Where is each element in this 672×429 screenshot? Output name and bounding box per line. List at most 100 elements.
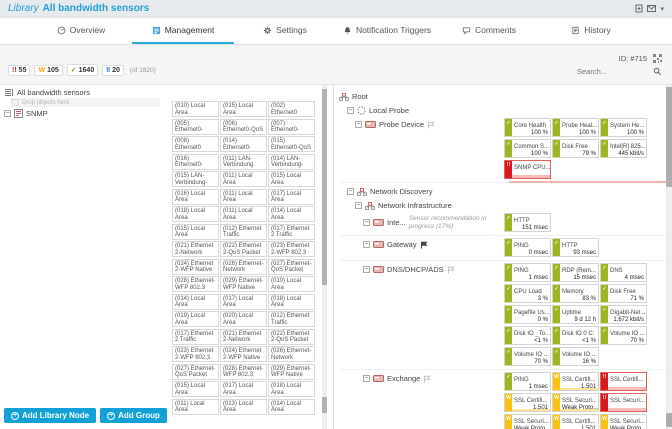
sensor-box[interactable]: ✓ System He... 100 % xyxy=(600,118,647,137)
sensor-cell[interactable]: (017) Local Area xyxy=(268,188,315,205)
flag-icon[interactable] xyxy=(420,241,428,249)
search-input[interactable] xyxy=(577,67,649,76)
report-icon[interactable] xyxy=(635,4,643,13)
sensor-box[interactable]: ✓ Volume IO ... 70 % xyxy=(504,347,551,366)
sensor-cell[interactable]: (017) Local Area xyxy=(220,381,267,397)
sensor-box[interactable]: ✓ CPU Load 3 % xyxy=(504,284,551,303)
collapse-icon[interactable]: − xyxy=(347,188,354,195)
collapse-icon[interactable]: − xyxy=(363,375,370,382)
sensor-cell[interactable]: (022) Ethernet 2-QoS Packet xyxy=(268,328,315,345)
sensor-cell[interactable]: (002) Ethernet0 Traffic xyxy=(268,101,315,117)
sensor-box[interactable]: ✓ HTTP 151 msec xyxy=(504,213,551,232)
tree-node-inte[interactable]: − Inte... Sensor recommendation in progres… xyxy=(339,213,512,230)
tab-notification-triggers[interactable]: Notification Triggers xyxy=(336,18,438,44)
sensor-cell[interactable]: (013) Local Area xyxy=(220,398,267,415)
sensor-cell[interactable]: (026) Ethernet-Network xyxy=(268,346,315,362)
sensor-box[interactable]: ✓ Intel[R] 825... 445 kbit/s xyxy=(600,139,647,158)
right-scrollbar-end[interactable] xyxy=(666,413,672,427)
sensor-box[interactable]: W SSL Certifi... 1,501 xyxy=(552,372,599,391)
sensor-cell[interactable]: (011) Local Area xyxy=(220,188,267,205)
sensor-box[interactable]: ✓ Pagefile Us... 0 % xyxy=(504,305,551,324)
sensor-cell[interactable]: (015) Local Area xyxy=(172,381,219,397)
sensor-box[interactable]: ✓ DNS 4 msec xyxy=(600,263,647,282)
sensor-cell[interactable]: (027) Ethernet-QoS Packet xyxy=(268,258,315,275)
sensor-cell[interactable]: (014) LAN-Verbindung-QoS xyxy=(268,153,315,170)
sensor-cell[interactable]: (019) Local Area xyxy=(172,311,219,327)
sensor-box[interactable]: ✓ Disk IO _To... <1 % xyxy=(504,326,551,345)
sensor-cell[interactable]: (023) Ethernet 2-WFP 802.3 xyxy=(268,241,315,257)
tab-settings[interactable]: Settings xyxy=(234,18,336,44)
sensor-box[interactable]: ✓ PING 1 msec xyxy=(504,263,551,282)
sensor-cell[interactable]: (011) Local Area xyxy=(220,206,267,222)
sensor-box[interactable]: W SSL Securi... Weak Proto... xyxy=(504,414,551,429)
left-scrollbar[interactable] xyxy=(322,85,327,429)
sensor-cell[interactable]: (022) Ethernet 2-QoS Packet xyxy=(220,241,267,257)
collapse-icon[interactable]: − xyxy=(347,107,354,114)
sensor-box[interactable]: !! SSL Securi... xyxy=(600,393,647,412)
status-chip-up[interactable]: ✓ 1640 xyxy=(66,64,99,76)
sensor-box[interactable]: W SSL Securi... Weak Proto... xyxy=(552,393,599,412)
sensor-cell[interactable]: (010) Local Area xyxy=(268,276,315,292)
sensor-box[interactable]: ✓ Common S... 100 % xyxy=(504,139,551,158)
sensor-cell[interactable]: (011) LAN-Verbindung xyxy=(220,153,267,170)
sensor-cell[interactable]: (018) Local Area xyxy=(268,381,315,397)
add-group-button[interactable]: + Add Group xyxy=(100,408,167,423)
sensor-box[interactable]: ✓ Volume IO ... 16 % xyxy=(552,347,599,366)
flag-icon[interactable] xyxy=(447,266,455,274)
sensor-box[interactable]: ✓ Probe Heal... 100 % xyxy=(552,118,599,137)
sensor-box[interactable]: ✓ Uptime 9 d 12 h xyxy=(552,305,599,324)
status-chip-down[interactable]: !! 55 xyxy=(8,64,31,76)
sensor-box[interactable]: ✓ Core Health 100 % xyxy=(504,118,551,137)
sensor-box[interactable]: ✓ HTTP 93 msec xyxy=(552,238,599,257)
tree-node-gateway[interactable]: − Gateway xyxy=(339,238,504,249)
sensor-cell[interactable]: (014) Local Area xyxy=(268,206,315,222)
sensor-cell[interactable]: (017) Ethernet 2 Traffic xyxy=(268,223,315,240)
sensor-cell[interactable]: (016) Ethernet0-WFP 802.3 xyxy=(172,153,219,170)
sensor-cell[interactable]: (028) Ethernet-WFP 802.3 xyxy=(172,276,219,292)
status-chip-warning[interactable]: W 105 xyxy=(34,64,63,76)
sensor-box[interactable]: ✓ RDP (Rem... 15 msec xyxy=(552,263,599,282)
left-scrollbar-end[interactable] xyxy=(322,397,327,413)
sensor-cell[interactable]: (008) Ethernet0 Traffic xyxy=(172,136,219,152)
sensor-box[interactable]: ✓ PING 1 msec xyxy=(504,372,551,391)
tree-node-network-discovery[interactable]: − Network Discovery xyxy=(339,185,672,196)
collapse-icon[interactable]: − xyxy=(363,241,370,248)
add-library-node-button[interactable]: + Add Library Node xyxy=(4,408,97,423)
right-scrollbar[interactable] xyxy=(666,85,672,429)
library-node-snmp[interactable]: − SNMP xyxy=(4,109,48,118)
email-icon[interactable] xyxy=(647,5,657,12)
sensor-box[interactable]: W SSL Securi... Weak Proto... xyxy=(600,414,647,429)
collapse-icon[interactable]: − xyxy=(355,121,362,128)
sensor-cell[interactable]: (007) Ethernet0-WFP 802.3 xyxy=(268,118,315,135)
sensor-cell[interactable]: (006) Ethernet0-QoS Packet xyxy=(220,118,267,135)
collapse-icon[interactable]: − xyxy=(355,202,362,209)
tab-history[interactable]: History xyxy=(540,18,642,44)
search-icon[interactable] xyxy=(653,67,662,76)
sensor-box[interactable]: W SSL Certifi... 1,501 xyxy=(552,414,599,429)
sensor-box[interactable]: ✓ Disk Free 79 % xyxy=(552,139,599,158)
tree-node-local-probe[interactable]: − Local Probe xyxy=(339,104,672,115)
drop-target[interactable]: Drop objects here xyxy=(10,98,160,107)
sensor-cell[interactable]: (017) Local Area xyxy=(220,293,267,310)
status-chip-paused[interactable]: II 20 xyxy=(102,64,124,76)
right-scrollbar-thumb[interactable] xyxy=(666,87,672,187)
sensor-cell[interactable]: (011) Local Area xyxy=(172,398,219,415)
sensor-cell[interactable]: (024) Ethernet 2-WFP Native xyxy=(172,258,219,275)
sensor-cell[interactable]: (014) Local Area xyxy=(172,293,219,310)
library-root-node[interactable]: All bandwidth sensors xyxy=(4,88,90,97)
sensor-cell[interactable]: (018) Local Area xyxy=(268,293,315,310)
sensor-cell[interactable]: (016) Local Area xyxy=(172,188,219,205)
flag-icon[interactable] xyxy=(427,121,435,129)
sensor-box[interactable]: W SSL Certifi... 1,501 xyxy=(504,393,551,412)
sensor-cell[interactable]: (015) LAN-Verbindung- xyxy=(172,171,219,187)
sensor-cell[interactable]: (015) Ethernet0-QoS Packet xyxy=(268,136,315,152)
sensor-cell[interactable]: (012) Ethernet Traffic xyxy=(268,311,315,327)
sensor-cell[interactable]: (005) Ethernet0-WFP Native xyxy=(172,118,219,135)
qr-code-icon[interactable] xyxy=(653,54,662,63)
left-scrollbar-thumb[interactable] xyxy=(322,89,327,285)
sensor-box[interactable]: ✓ Disk Free 71 % xyxy=(600,284,647,303)
tree-node-network-infrastructure[interactable]: − Network Infrastructure xyxy=(339,199,672,210)
sensor-box[interactable]: !! SSL Certifi... xyxy=(600,372,647,391)
sensor-box[interactable]: ✓ PING 0 msec xyxy=(504,238,551,257)
tree-node-exchange[interactable]: − Exchange xyxy=(339,372,504,383)
